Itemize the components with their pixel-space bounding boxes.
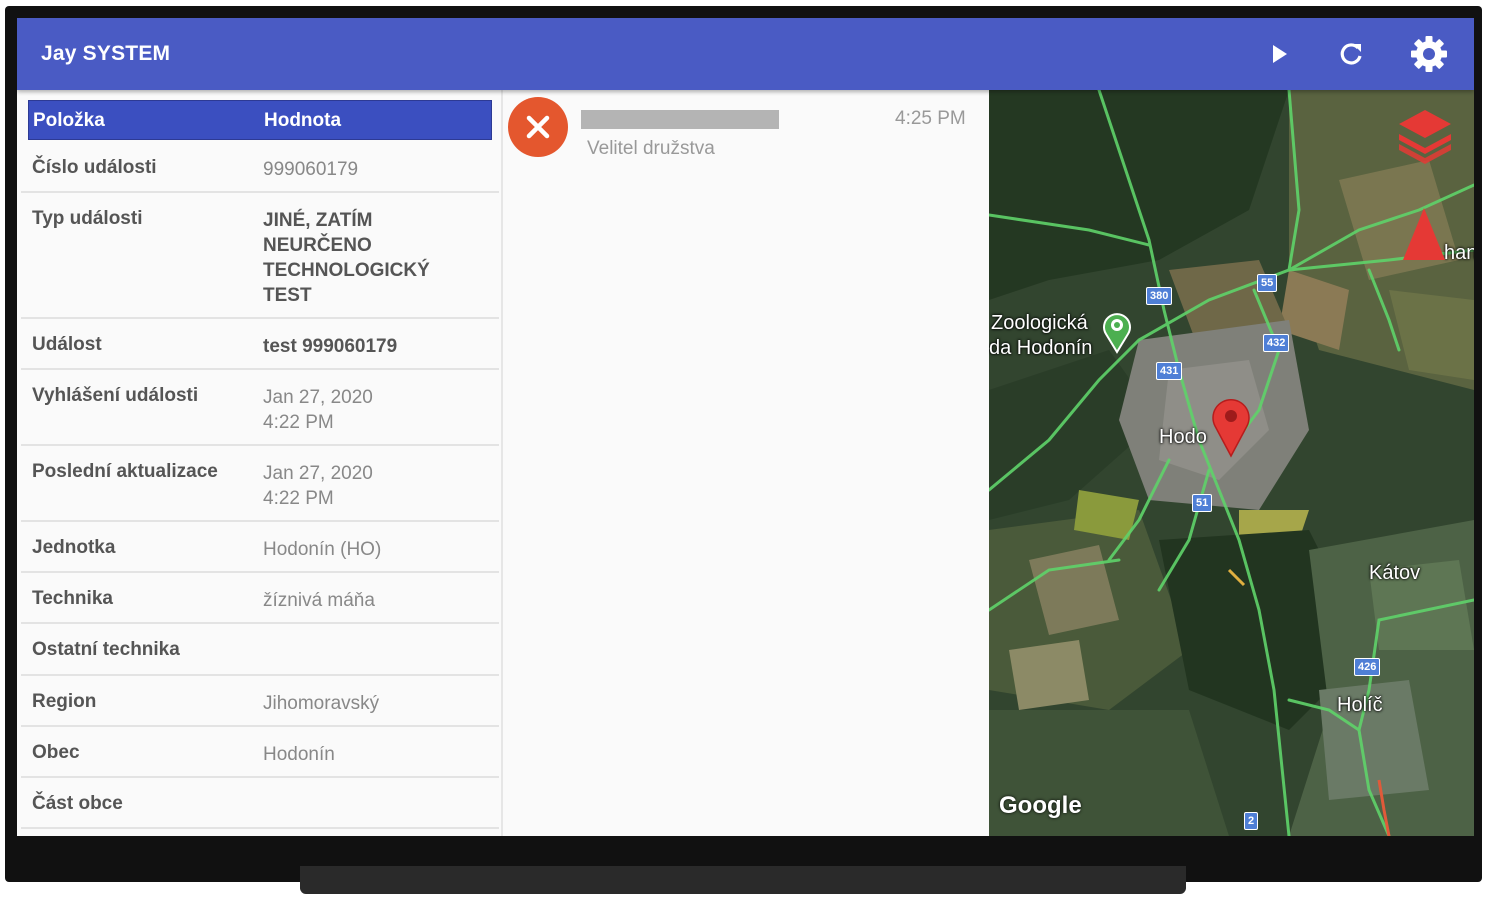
map-label-katov: Kátov: [1369, 562, 1421, 584]
app-bar: Jay SYSTEM: [17, 18, 1474, 90]
row-key: Část obce: [32, 793, 123, 814]
row-key: Obec: [32, 742, 80, 763]
status-avatar: [508, 97, 568, 157]
road-shield: 431: [1156, 362, 1183, 380]
gear-icon: [1411, 36, 1447, 72]
row-key: Ostatní technika: [32, 639, 180, 660]
table-row[interactable]: Technika žíznivá máňa: [21, 573, 499, 624]
message-item[interactable]: Velitel družstva 4:25 PM: [503, 90, 989, 170]
refresh-button[interactable]: [1329, 32, 1373, 76]
compass-icon: [1403, 208, 1445, 260]
row-value: Hodonín (HO): [263, 539, 382, 560]
table-row[interactable]: Číslo události 999060179: [21, 142, 499, 193]
road-shield: 432: [1263, 334, 1290, 352]
header-item: Položka: [33, 110, 105, 131]
road-shield: 426: [1354, 658, 1381, 676]
row-key: Region: [32, 691, 97, 712]
row-value: Jan 27, 2020 4:22 PM: [263, 387, 373, 433]
row-value: žíznivá máňa: [263, 590, 375, 611]
row-key: Číslo události: [32, 157, 157, 178]
row-value: Hodonín: [263, 744, 335, 765]
road-shield: 2: [1244, 812, 1259, 830]
message-subtitle: Velitel družstva: [587, 138, 715, 159]
play-button[interactable]: [1257, 32, 1301, 76]
map-label-zoo: Zoologická: [991, 312, 1088, 334]
row-value: Jihomoravský: [263, 693, 380, 714]
google-attribution: Google: [999, 792, 1082, 819]
message-time: 4:25 PM: [895, 108, 966, 129]
message-list: Velitel družstva 4:25 PM: [503, 90, 989, 836]
table-row[interactable]: Událost test 999060179: [21, 319, 499, 370]
zoo-pin-icon: [1103, 313, 1131, 354]
table-row[interactable]: Poslední aktualizace Jan 27, 2020 4:22 P…: [21, 446, 499, 522]
table-row[interactable]: Jednotka Hodonín (HO): [21, 522, 499, 573]
map-label-zoo-2: da Hodonín: [989, 337, 1093, 359]
refresh-icon: [1340, 43, 1362, 65]
layers-icon: [1399, 110, 1451, 164]
road-shield: 55: [1257, 274, 1278, 292]
table-row[interactable]: Vyhlášení události Jan 27, 2020 4:22 PM: [21, 370, 499, 446]
layers-button[interactable]: [1393, 104, 1457, 168]
row-key: Událost: [32, 334, 102, 355]
map-view[interactable]: 380 55 432 431 51 426 2 Zoologická da Ho…: [989, 90, 1474, 836]
road-shield: 380: [1146, 287, 1173, 305]
row-value: Jan 27, 2020 4:22 PM: [263, 463, 373, 509]
header-value: Hodnota: [264, 110, 342, 131]
table-row[interactable]: Obec Hodonín: [21, 727, 499, 778]
close-icon: [526, 115, 550, 139]
detail-table: Položka Hodnota Číslo události 999060179…: [17, 90, 503, 836]
play-icon: [1273, 45, 1287, 63]
road-shield: 51: [1192, 494, 1213, 512]
row-value: 999060179: [263, 159, 359, 180]
table-row[interactable]: Region Jihomoravský: [21, 676, 499, 727]
compass-button[interactable]: [1399, 204, 1449, 264]
table-row[interactable]: Ostatní technika: [21, 624, 499, 676]
map-label-holic: Holíč: [1337, 694, 1383, 716]
row-key: Technika: [32, 588, 113, 609]
app-title: Jay SYSTEM: [41, 42, 171, 65]
row-key: Poslední aktualizace: [32, 461, 218, 482]
satellite-map: [989, 90, 1474, 836]
map-label-town: Hodo: [1159, 426, 1207, 448]
table-header: Položka Hodnota: [28, 100, 492, 140]
location-marker-icon[interactable]: [1210, 396, 1252, 458]
redacted-sender: [581, 110, 779, 129]
app-screen: Jay SYSTEM Položka Hodnota Číslo událost…: [17, 18, 1474, 836]
row-value: test 999060179: [263, 336, 398, 357]
device-stand: [300, 866, 1186, 894]
row-key: Jednotka: [32, 537, 116, 558]
row-key: Vyhlášení události: [32, 385, 199, 406]
row-key: Typ události: [32, 208, 143, 229]
row-value: JINÉ, ZATÍM NEURČENO TECHNOLOGICKÝ TEST: [263, 210, 430, 306]
table-row[interactable]: Typ události JINÉ, ZATÍM NEURČENO TECHNO…: [21, 193, 499, 319]
settings-button[interactable]: [1407, 32, 1451, 76]
table-row[interactable]: Část obce: [21, 778, 499, 829]
